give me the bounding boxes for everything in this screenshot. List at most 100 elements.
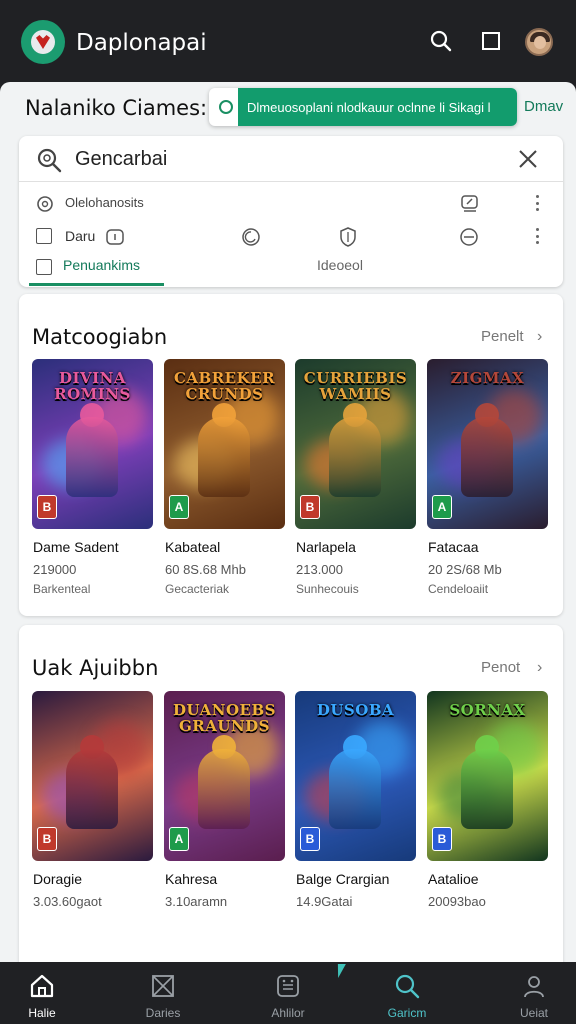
rating-badge: B [37,827,57,851]
game-logo-text: SORNAX [449,701,526,719]
game-thumbnail: DIVINA ROMINS B [32,359,153,529]
chevron-right-icon[interactable]: › [537,659,542,677]
more-icon[interactable] [535,228,539,244]
minus-circle-icon[interactable] [459,227,479,252]
filter-row-2: Daru [19,219,563,252]
game-thumbnail: ZIGMAX A [427,359,548,529]
game-title: Aatalioe [428,871,479,887]
main-sheet: Nalaniko Ciames: Dlmeuosoplani nlodkauur… [0,82,576,962]
bottom-nav: Halie Daries Ahlilor Garicm Ueiat [0,962,576,1024]
game-title: Dame Sadent [33,539,119,555]
nav-item-garicm[interactable]: Garicm [357,962,457,1024]
app-bar: Daplonapai [0,0,576,82]
person-icon [520,972,548,1000]
game-title: Fatacaa [428,539,479,555]
filter-card: Gencarbai Olelohanosits Daru Penuankims … [19,136,563,287]
nav-item-ahlilor[interactable]: Ahlilor [238,962,338,1024]
game-category: Cendeloaiit [428,582,489,596]
game-logo-text: DUSOBA [316,701,395,719]
game-title: Doragie [33,871,83,887]
game-title: Narlapela [296,539,356,555]
box-x-icon [149,972,177,1000]
banner-text: Dlmeuosoplani nlodkauur oclnne li Sikagi… [238,88,517,126]
rating-badge: A [432,495,452,519]
game-thumbnail: CURRIEBIS WAMIIS B [295,359,416,529]
edit-icon[interactable] [459,192,481,219]
nav-item-ueiat[interactable]: Ueiat [484,962,576,1024]
checkbox[interactable] [36,259,52,275]
nav-label: Ahlilor [271,1006,305,1020]
filter-row-2-label: Daru [65,228,96,244]
search-icon [35,146,63,179]
see-all-link[interactable]: Penot [481,659,520,676]
section-title: Matcoogiabn [32,325,168,349]
nav-label: Daries [145,1006,181,1020]
search-icon [393,972,421,1000]
game-logo-text: DUANOEBS GRAUNDS [173,701,276,735]
banner-link[interactable]: Dmav [524,98,563,115]
game-category: Sunhecouis [296,582,359,596]
nav-label: Ueiat [519,1006,548,1020]
game-category: Gecacteriak [165,582,230,596]
game-thumbnail: CABREKER CRUNDS A [164,359,285,529]
radio-icon [219,100,233,114]
game-meta: 3.03.60gaot [33,894,102,909]
chevron-right-icon[interactable]: › [537,328,542,346]
rating-badge: A [169,827,189,851]
search-bar[interactable]: Gencarbai [19,136,563,182]
avatar[interactable] [525,28,553,56]
game-title: Kahresa [165,871,218,887]
game-meta: 20093bao [428,894,486,909]
close-icon[interactable] [517,148,539,175]
home-icon [28,972,56,1000]
game-title: Balge Crargian [296,871,390,887]
game-logo-text: DIVINA ROMINS [54,369,131,403]
app-title: Daplonapai [76,30,207,56]
search-input[interactable]: Gencarbai [75,148,167,171]
nav-item-daries[interactable]: Daries [113,962,213,1024]
game-logo-text: ZIGMAX [450,369,525,387]
info-icon[interactable] [105,227,125,252]
tab-inactive[interactable]: Ideoeol [317,257,363,273]
rating-badge: B [37,495,57,519]
game-thumbnail: DUSOBA B [295,691,416,861]
filter-row-1: Olelohanosits [19,186,563,219]
nav-label: Halie [28,1006,56,1020]
section-recommended: Uak Ajuibbn Penot › B Doragie 3.03.60gaot … [19,625,563,962]
notification-banner[interactable]: Dlmeuosoplani nlodkauur oclnne li Sikagi… [209,88,517,126]
section-featured: Matcoogiabn Penelt › DIVINA ROMINS B Dame … [19,294,563,616]
search-icon[interactable] [428,28,454,54]
game-meta: 60 8S.68 Mhb [165,562,246,577]
see-all-link[interactable]: Penelt [481,328,524,345]
rating-badge: B [300,827,320,851]
rating-badge: B [300,495,320,519]
game-meta: 219000 [33,562,77,577]
nav-label: Garicm [387,1006,427,1020]
game-meta: 20 2S/68 Mb [428,562,502,577]
filter-row-1-label: Olelohanosits [65,195,144,210]
window-icon[interactable] [478,28,504,54]
checkbox[interactable] [36,228,52,244]
game-title: Kabateal [165,539,221,555]
game-thumbnail: DUANOEBS GRAUNDS A [164,691,285,861]
controller-icon [274,972,302,1000]
rating-badge: A [169,495,189,519]
game-logo-text: CABREKER CRUNDS [173,369,276,403]
rating-badge: B [432,827,452,851]
nav-item-home[interactable]: Halie [0,962,92,1024]
game-meta: 213.000 [296,562,343,577]
game-category: Barkenteal [33,582,91,596]
page-title: Nalaniko Ciames: [25,96,208,120]
settings-icon[interactable] [35,194,55,219]
clock-icon[interactable] [241,227,261,252]
game-logo-text: CURRIEBIS WAMIIS [303,369,408,403]
game-meta: 3.10aramn [165,894,228,909]
tab-active[interactable]: Penuankims [63,257,140,273]
app-logo[interactable] [21,20,65,64]
tab-indicator [29,283,164,286]
more-icon[interactable] [535,195,539,211]
shield-icon[interactable] [338,226,358,253]
game-meta: 14.9Gatai [296,894,353,909]
game-thumbnail: B [32,691,153,861]
page-header: Nalaniko Ciames: Dlmeuosoplani nlodkauur… [0,82,576,130]
